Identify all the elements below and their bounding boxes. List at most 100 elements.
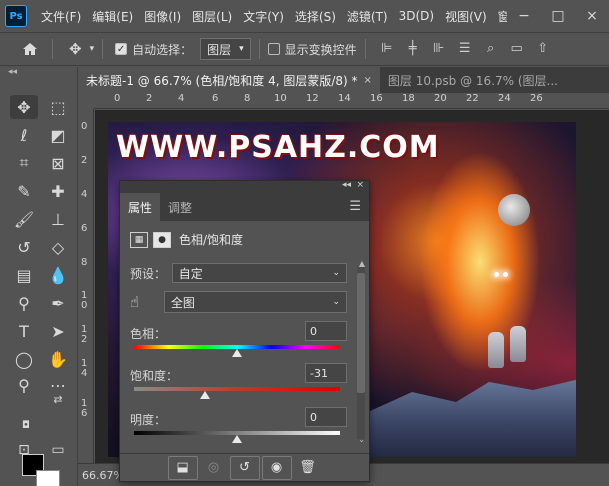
hue-slider-thumb[interactable]: [232, 349, 242, 357]
tab-label: 未标题-1 @ 66.7% (色相/饱和度 4, 图层蒙版/8) *: [86, 73, 358, 88]
photoshop-logo[interactable]: Ps: [5, 5, 27, 27]
move-tool-icon[interactable]: ✥: [69, 40, 82, 58]
workspace-icon[interactable]: ▭: [510, 42, 524, 56]
panel-scrollbar-thumb[interactable]: [357, 273, 365, 393]
preset-row: 预设： 自定 ⌄: [130, 263, 347, 283]
close-icon[interactable]: ×: [364, 75, 372, 86]
ruler-tick-label: 2: [81, 155, 88, 166]
menu-type[interactable]: 文字(Y): [243, 8, 284, 25]
astronaut: [510, 326, 526, 362]
menu-layer[interactable]: 图层(L): [192, 8, 232, 25]
menu-3d[interactable]: 3D(D): [399, 9, 434, 23]
brush-tool-icon[interactable]: 🖌: [10, 207, 38, 231]
eraser-tool-icon[interactable]: ◇: [44, 235, 72, 259]
auto-select-target-dropdown[interactable]: 图层 ▾: [200, 38, 251, 60]
collapse-panel-icon[interactable]: ◂◂: [342, 180, 351, 190]
scroll-up-icon[interactable]: ▲: [359, 259, 365, 268]
home-icon[interactable]: [22, 42, 38, 56]
chevron-down-icon[interactable]: ▾: [90, 44, 95, 54]
menu-filter[interactable]: 滤镜(T): [347, 8, 388, 25]
align-center-icon[interactable]: ╪: [406, 42, 420, 56]
adjustment-type-icon[interactable]: ▦: [130, 231, 148, 248]
auto-select-option[interactable]: ✓ 自动选择：: [115, 41, 192, 58]
lasso-tool-icon[interactable]: ℓ: [10, 123, 38, 147]
view-previous-state-icon[interactable]: ◎: [199, 456, 229, 480]
lightness-input[interactable]: 0: [305, 407, 347, 427]
gradient-tool-icon[interactable]: ▤: [10, 263, 38, 287]
menu-edit[interactable]: 编辑(E): [92, 8, 133, 25]
ruler-tick-label: 4: [178, 93, 185, 104]
zoom-tool-icon[interactable]: ⚲: [10, 373, 38, 397]
ruler-tick-label: 10: [274, 93, 287, 104]
eyedropper-tool-icon[interactable]: ✎: [10, 179, 38, 203]
ruler-tick-label: 0: [114, 93, 121, 104]
tab-layer-10[interactable]: 图层 10.psb @ 16.7% (图层...: [380, 67, 566, 93]
menu-file[interactable]: 文件(F): [41, 8, 81, 25]
ruler-tick-label: 1 6: [81, 398, 88, 419]
ruler-tick-label: 24: [498, 93, 511, 104]
saturation-input[interactable]: -31: [305, 363, 347, 383]
saturation-slider[interactable]: [134, 387, 340, 391]
maximize-button[interactable]: □: [541, 8, 575, 24]
hue-value: 0: [310, 324, 317, 338]
history-brush-tool-icon[interactable]: ↺: [10, 235, 38, 259]
stamp-tool-icon[interactable]: ⊥: [44, 207, 72, 231]
vertical-ruler: 0 2 4 6 8 1 0 1 2 1 4 1 6: [78, 109, 94, 463]
screen-mode-icon[interactable]: ▭: [44, 438, 72, 462]
collapse-toolbar-icon[interactable]: ◂◂: [8, 67, 17, 77]
auto-select-checkbox[interactable]: ✓: [115, 43, 128, 55]
horizontal-ruler: 0 2 4 6 8 10 12 14 16 18 20 22 24 26: [94, 93, 609, 109]
targeted-adjustment-icon[interactable]: ☝: [130, 293, 164, 311]
menu-image[interactable]: 图像(I): [144, 8, 181, 25]
delete-icon[interactable]: 🗑: [293, 456, 323, 480]
search-icon[interactable]: ⌕: [484, 42, 498, 56]
background-color-swatch[interactable]: [36, 470, 60, 486]
preset-dropdown[interactable]: 自定 ⌄: [171, 263, 347, 283]
hue-input[interactable]: 0: [305, 321, 347, 341]
marquee-tool-icon[interactable]: ⬚: [44, 95, 72, 119]
pen-tool-icon[interactable]: ✒: [44, 291, 72, 315]
quick-mask-icon[interactable]: ⊡: [10, 438, 38, 462]
clip-to-layer-icon[interactable]: ⬓: [167, 455, 198, 480]
saturation-slider-thumb[interactable]: [200, 391, 211, 399]
hand-tool-icon[interactable]: ✋: [44, 347, 72, 371]
dodge-tool-icon[interactable]: ⚲: [10, 291, 38, 315]
channel-dropdown[interactable]: 全图 ⌄: [163, 291, 347, 313]
auto-select-label: 自动选择：: [132, 42, 193, 57]
show-transform-checkbox[interactable]: [267, 43, 280, 55]
visibility-eye-icon[interactable]: ◉: [261, 455, 292, 480]
shape-tool-icon[interactable]: ◯: [10, 347, 38, 371]
tab-adjustments[interactable]: 调整: [160, 193, 200, 221]
menu-select[interactable]: 选择(S): [295, 8, 336, 25]
align-left-icon[interactable]: ⊫: [380, 42, 394, 56]
panel-menu-icon[interactable]: ☰: [349, 199, 361, 214]
crop-tool-icon[interactable]: ⌗: [10, 151, 38, 175]
layer-mask-icon[interactable]: ●: [153, 231, 171, 248]
healing-brush-tool-icon[interactable]: ✚: [44, 179, 72, 203]
quick-select-tool-icon[interactable]: ◩: [44, 123, 72, 147]
type-tool-icon[interactable]: T: [10, 319, 38, 343]
close-button[interactable]: ×: [575, 8, 609, 24]
zoom-level[interactable]: 66.67%: [82, 469, 124, 482]
move-tool-icon[interactable]: ✥: [10, 95, 38, 119]
reset-icon[interactable]: ↺: [229, 455, 260, 480]
show-transform-option[interactable]: 显示变换控件: [267, 41, 357, 58]
tab-untitled-1[interactable]: 未标题-1 @ 66.7% (色相/饱和度 4, 图层蒙版/8) * ×: [78, 67, 380, 93]
close-panel-icon[interactable]: ×: [356, 180, 364, 190]
menu-view[interactable]: 视图(V): [445, 8, 487, 25]
tab-properties[interactable]: 属性: [120, 193, 161, 221]
path-select-tool-icon[interactable]: ➤: [44, 319, 72, 343]
default-colors-icon[interactable]: ◘: [12, 413, 40, 437]
distribute-icon[interactable]: ☰: [458, 42, 472, 56]
scroll-down-icon[interactable]: ⌄: [358, 435, 365, 444]
swap-colors-icon[interactable]: ⇄: [44, 387, 72, 411]
align-right-icon[interactable]: ⊪: [432, 42, 446, 56]
panel-title-bar[interactable]: ◂◂ ×: [120, 180, 369, 193]
frame-tool-icon[interactable]: ⊠: [44, 151, 72, 175]
minimize-button[interactable]: −: [507, 8, 541, 24]
lightness-slider-thumb[interactable]: [232, 435, 242, 443]
preset-value: 自定: [178, 266, 203, 281]
chevron-down-icon: ▾: [239, 44, 244, 54]
share-icon[interactable]: ⇧: [536, 42, 550, 56]
blur-tool-icon[interactable]: 💧: [44, 263, 72, 287]
